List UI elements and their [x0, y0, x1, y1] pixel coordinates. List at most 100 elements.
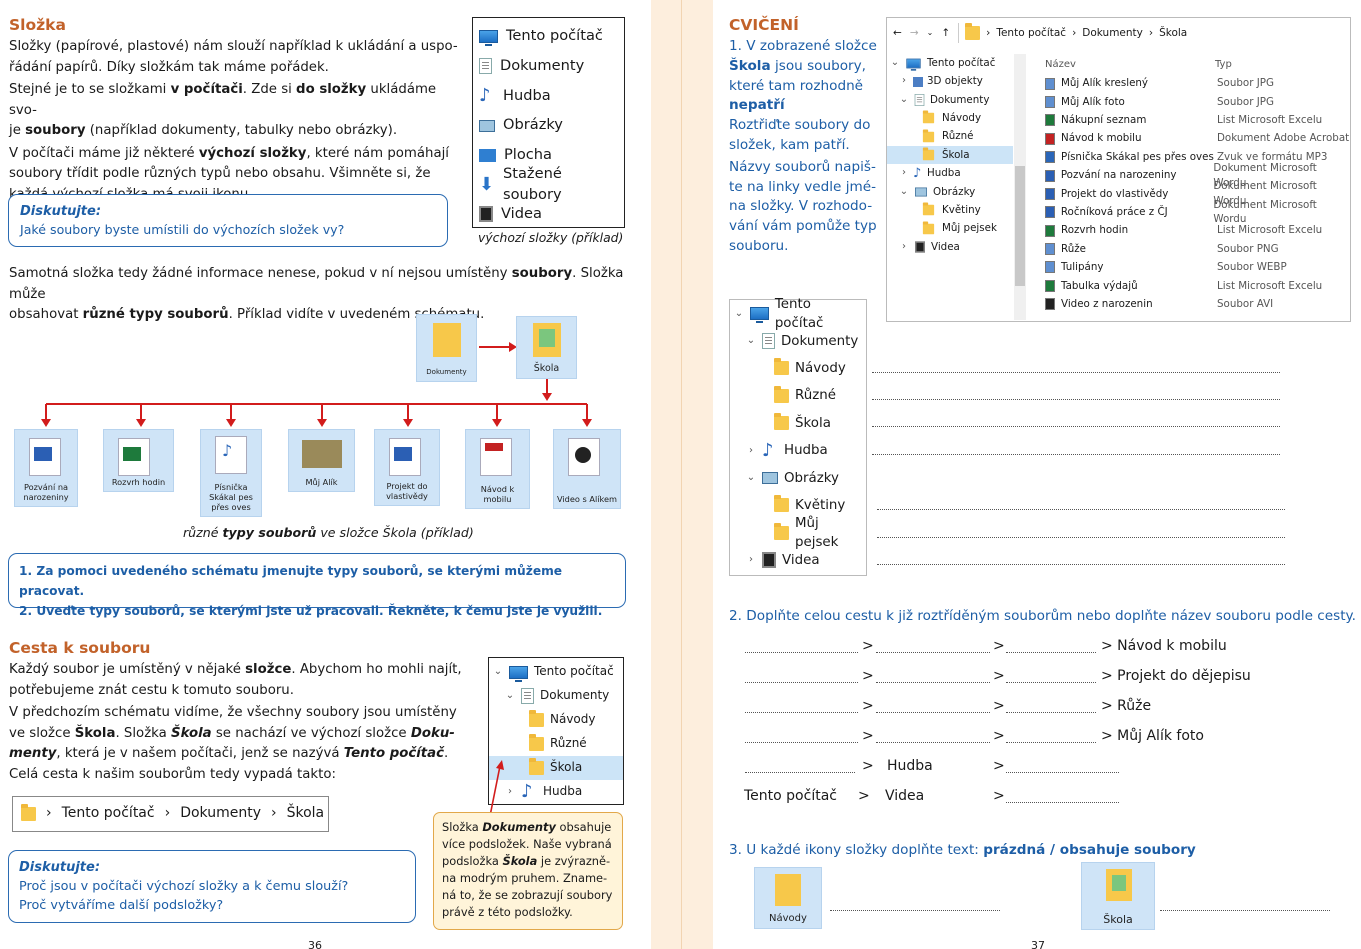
answer-line-navody-icon[interactable] [830, 910, 1000, 911]
file-type: Soubor PNG [1217, 242, 1279, 255]
schema-connector-lines [41, 379, 592, 427]
3d-objects-icon [913, 76, 923, 87]
back-icon[interactable]: ← [893, 26, 902, 41]
file-row[interactable]: Video z narozenin Soubor AVI [1045, 295, 1350, 313]
page-number-right: 37 [1031, 939, 1045, 949]
path-blank[interactable] [1006, 772, 1119, 773]
file-row[interactable]: Rozvrh hodin List Microsoft Excelu [1045, 222, 1350, 240]
tree-panel-exercise: ⌄ Tento počítač ⌄ Dokumenty Návody Různé Š… [729, 297, 867, 576]
file-row[interactable]: Můj Alík foto Soubor JPG [1045, 93, 1350, 111]
forward-icon[interactable]: → [910, 26, 919, 41]
heading-cesta: Cesta k souboru [9, 639, 151, 657]
answer-line-skola[interactable] [872, 426, 1280, 427]
answer-line-skola-icon[interactable] [1160, 910, 1330, 911]
explorer-address-bar: ← → ⌄ ↑ › Tento počítač › Dokumenty › Škola [887, 18, 1350, 48]
file-row[interactable]: Můj Alík kreslený Soubor JPG [1045, 74, 1350, 92]
path-blank[interactable] [745, 742, 858, 743]
file-icon [1045, 151, 1055, 164]
path-bar: › Tento počítač › Dokumenty › Škola [12, 796, 329, 832]
file-name: Můj Alík kreslený [1061, 77, 1149, 90]
download-icon: ⬇ [479, 173, 495, 195]
path-blank[interactable] [745, 712, 858, 713]
page-gutter [651, 0, 713, 949]
music-icon: ♪ [762, 439, 774, 461]
answer-line-videa[interactable] [877, 564, 1285, 565]
videos-icon [762, 552, 776, 569]
pointer-arrow [489, 760, 504, 817]
file-explorer: ← → ⌄ ↑ › Tento počítač › Dokumenty › Škola ⌄ Te… [886, 17, 1351, 322]
exercise-2-heading: 2. Doplňte celou cestu k již roztříděným… [729, 608, 1356, 624]
file-name: Návod k mobilu [1061, 132, 1142, 145]
file-row[interactable]: Tulipány Soubor WEBP [1045, 258, 1350, 276]
pictures-icon [915, 187, 927, 197]
path-target-4: > Můj Alík foto [1101, 728, 1204, 744]
file-type: Soubor AVI [1217, 297, 1274, 310]
file-row[interactable]: Tabulka výdajů List Microsoft Excelu [1045, 277, 1350, 295]
path-blank[interactable] [745, 772, 855, 773]
answer-line-mujpejsek[interactable] [877, 537, 1285, 538]
music-icon: ♪ [479, 84, 491, 106]
file-icon [1045, 169, 1055, 182]
schema-file-projekt: Projekt do vlastivědy [374, 429, 440, 506]
file-row[interactable]: Ročníková práce z ČJ Dokument Microsoft W… [1045, 199, 1350, 225]
desktop-icon [479, 148, 496, 162]
icon-tile-navody: Návody [754, 867, 822, 929]
path-blank[interactable] [1006, 682, 1096, 683]
path-blank[interactable] [876, 742, 990, 743]
file-name: Tabulka výdajů [1061, 279, 1138, 292]
answer-line-navody[interactable] [872, 372, 1280, 373]
path-blank[interactable] [1006, 742, 1096, 743]
page-number-left: 36 [308, 939, 322, 949]
file-name: Tulipány [1061, 261, 1104, 274]
explorer-file-list: Název Typ Můj Alík kreslený Soubor JPG Můj … [1045, 56, 1350, 313]
file-type: List Microsoft Excelu [1217, 279, 1323, 292]
answer-line-ruzne[interactable] [872, 399, 1280, 400]
path-blank[interactable] [745, 652, 858, 653]
file-row[interactable]: Návod k mobilu Dokument Adobe Acrobat [1045, 130, 1350, 148]
path-blank[interactable] [876, 682, 990, 683]
file-icon [1045, 132, 1055, 145]
documents-icon [521, 688, 534, 704]
path-blank[interactable] [1006, 802, 1119, 803]
folder-icon [774, 385, 789, 403]
answer-line-kvetiny[interactable] [877, 509, 1285, 510]
file-type: Soubor WEBP [1217, 261, 1287, 274]
schema-file-video: Video s Alíkem [553, 429, 621, 509]
schema-caption: různé typy souborů ve složce Škola (přík… [183, 525, 474, 540]
file-icon [1045, 224, 1055, 237]
task-box: 1. Za pomoci uvedeného schématu jmenujte… [8, 553, 626, 618]
chevron-down-icon[interactable]: ⌄ [927, 27, 934, 38]
documents-icon [914, 93, 925, 106]
file-name: Pozvání na narozeniny [1060, 169, 1177, 182]
path-blank[interactable] [1006, 652, 1096, 653]
folder-icon [774, 495, 789, 513]
path-videa: Videa [885, 788, 925, 804]
up-icon[interactable]: ↑ [941, 26, 950, 41]
path-blank[interactable] [745, 682, 858, 683]
folder-icon [529, 710, 544, 727]
file-row[interactable]: Růže Soubor PNG [1045, 240, 1350, 258]
music-icon: ♪ [521, 781, 533, 802]
folder-icon [922, 221, 935, 234]
schema-file-pisnicka: ♪ Písnička Skákal pes přes oves [200, 429, 262, 517]
path-blank[interactable] [1006, 712, 1096, 713]
note-box: Složka Dokumenty obsahuje více podsložek… [433, 812, 623, 930]
discuss-box-1: Diskutujte: Jaké soubory byste umístili … [8, 194, 448, 247]
file-row[interactable]: Nákupní seznam List Microsoft Excelu [1045, 111, 1350, 129]
folder-icon [774, 522, 789, 540]
path-blank[interactable] [876, 652, 990, 653]
file-name: Rozvrh hodin [1061, 224, 1129, 237]
folders-caption: výchozí složky (příklad) [478, 230, 624, 245]
answer-line-hudba[interactable] [872, 454, 1280, 455]
file-name: Růže [1061, 242, 1086, 255]
path-blank[interactable] [876, 712, 990, 713]
file-icon [1045, 279, 1055, 292]
file-type: Soubor JPG [1217, 95, 1274, 108]
icon-tile-skola: Škola [1081, 862, 1155, 930]
explorer-scrollbar[interactable] [1014, 54, 1026, 320]
computer-icon [509, 665, 528, 682]
folder-icon [774, 358, 789, 376]
file-icon [1045, 298, 1055, 311]
discuss-box-2: Diskutujte: Proč jsou v počítači výchozí… [8, 850, 416, 923]
file-type: List Microsoft Excelu [1217, 114, 1323, 127]
